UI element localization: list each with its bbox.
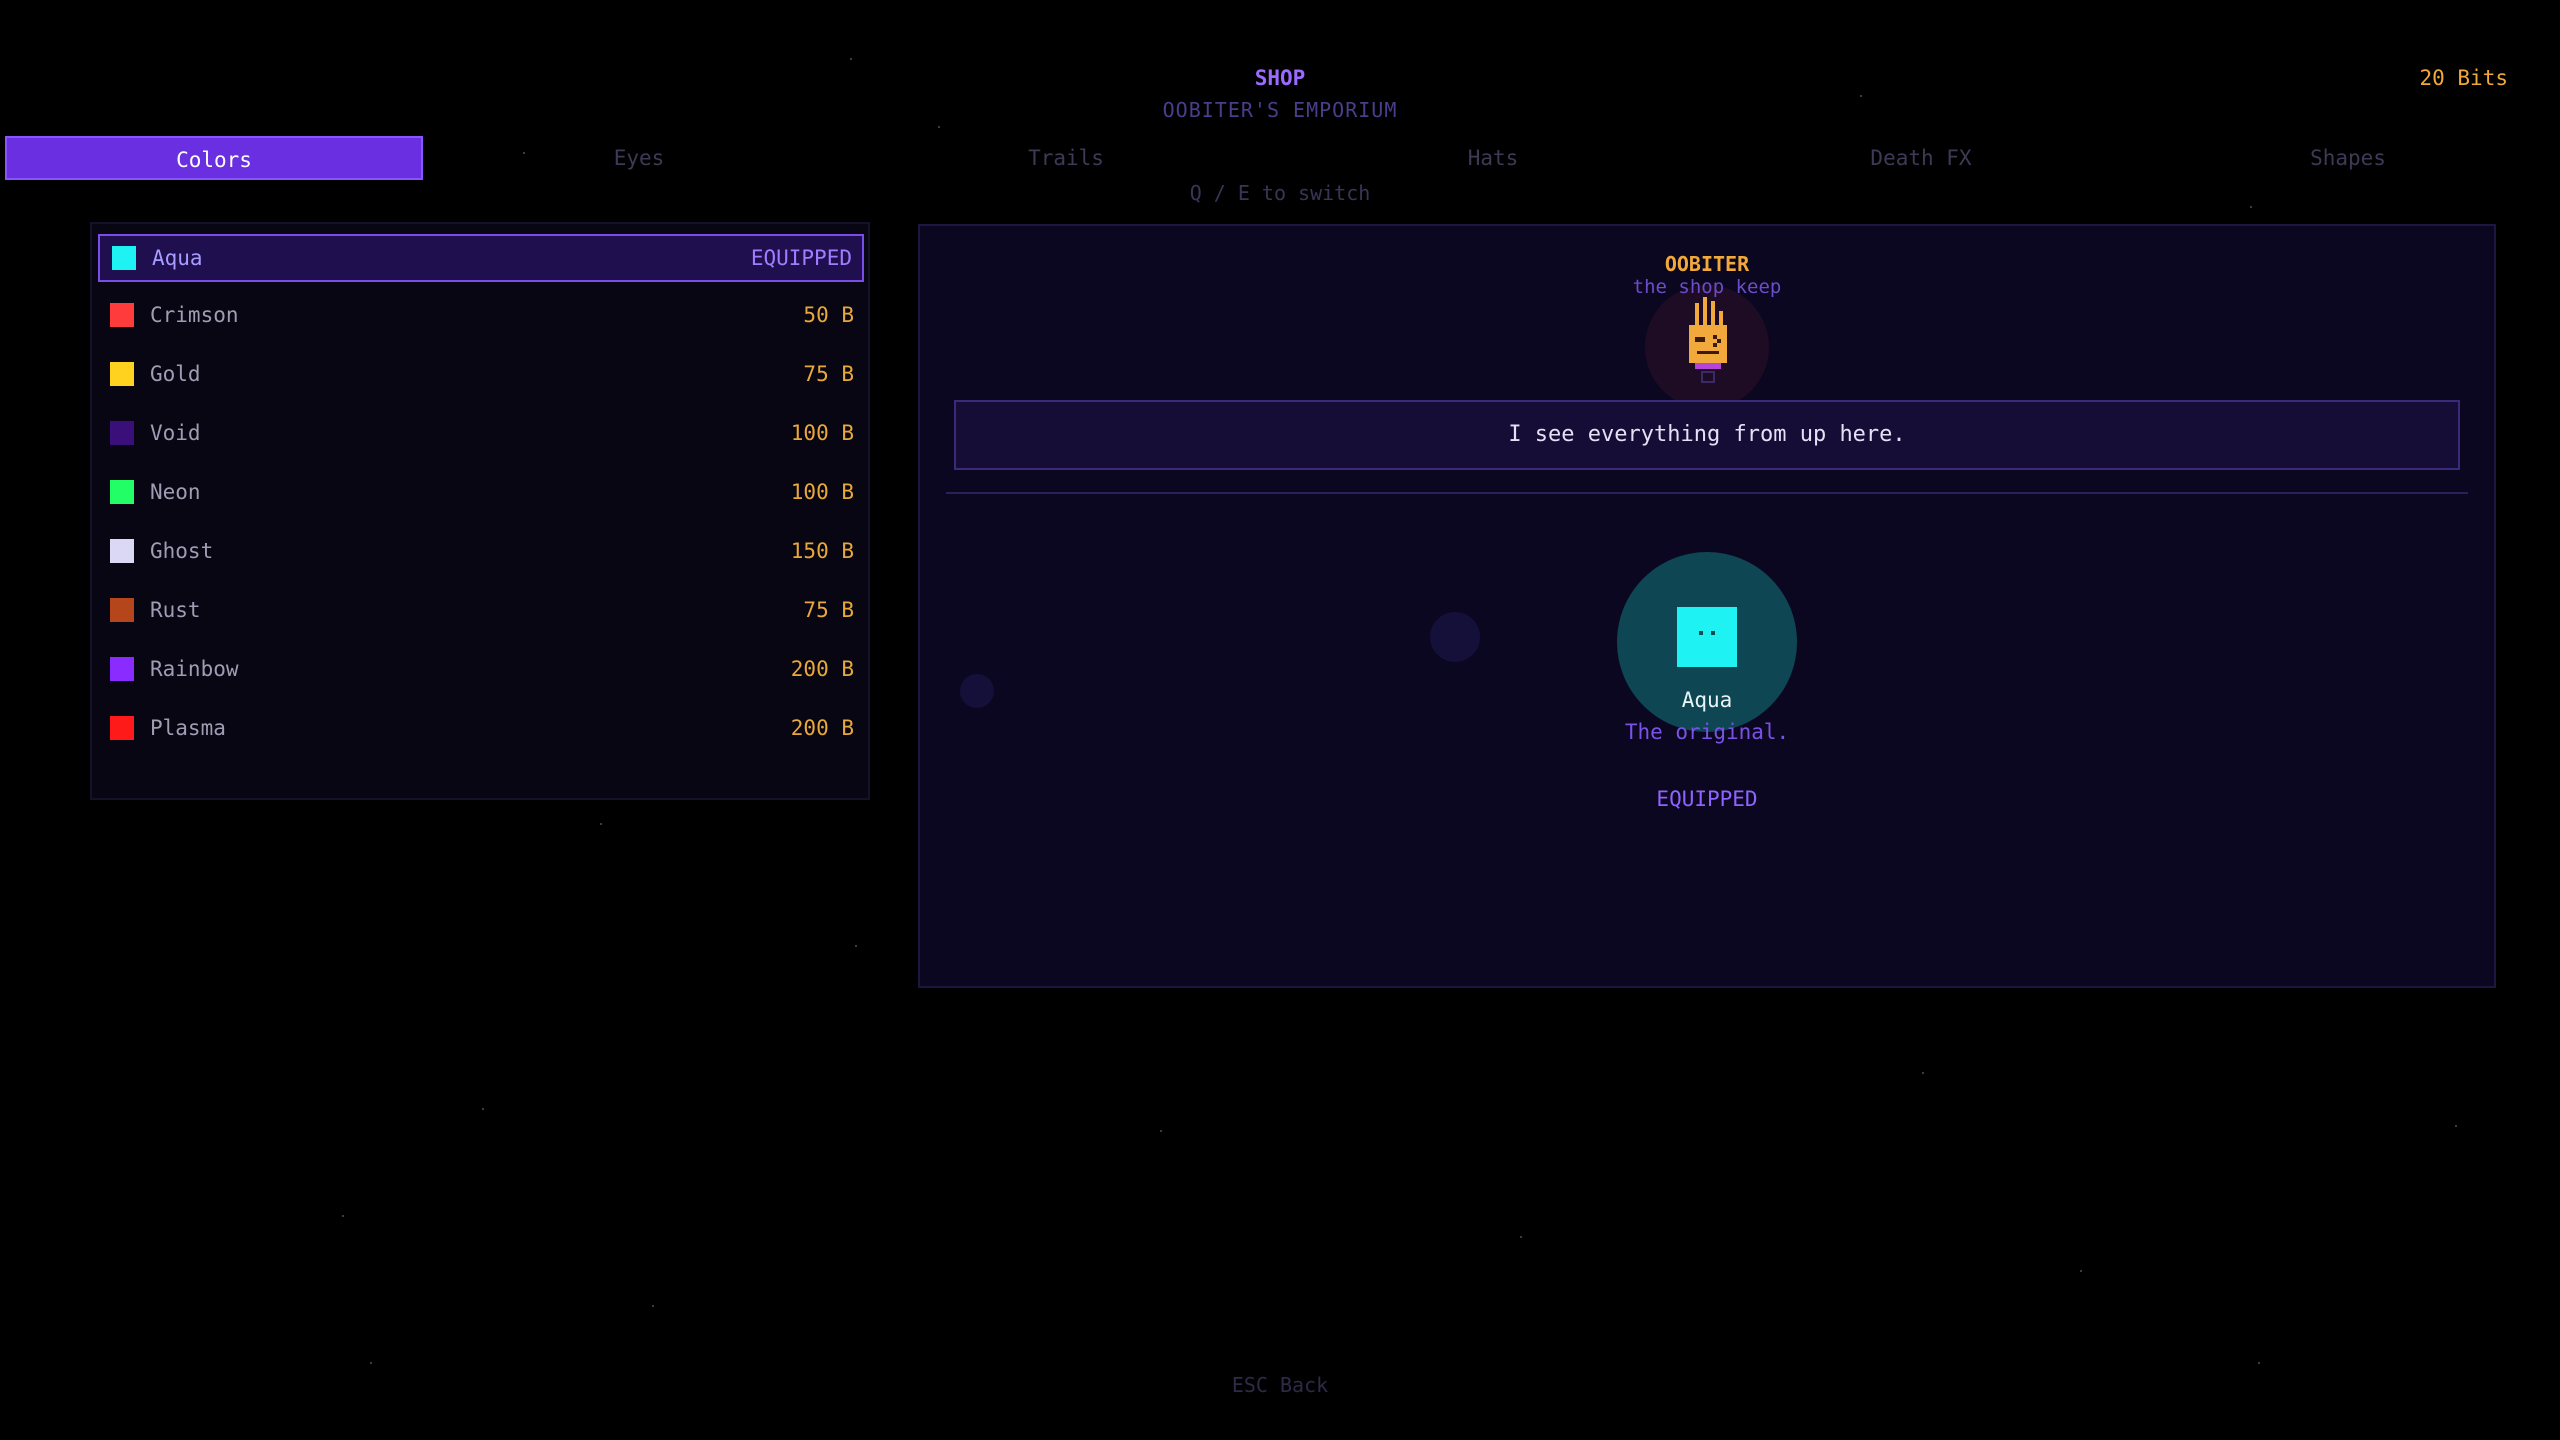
list-item-plasma[interactable]: Plasma 200 B bbox=[98, 706, 864, 754]
dialogue-text: I see everything from up here. bbox=[1508, 422, 1906, 447]
preview-item-name: Aqua bbox=[1681, 688, 1733, 712]
preview-item-description: The original. bbox=[1624, 720, 1790, 744]
shopkeeper-avatar bbox=[1644, 284, 1770, 410]
item-price: 100 B bbox=[790, 421, 854, 445]
tab-eyes[interactable]: Eyes bbox=[430, 136, 848, 180]
item-price: 150 B bbox=[790, 539, 854, 563]
list-item-gold[interactable]: Gold 75 B bbox=[98, 352, 864, 400]
item-name: Aqua bbox=[152, 246, 203, 270]
list-item-ghost[interactable]: Ghost 150 B bbox=[98, 529, 864, 577]
item-name: Crimson bbox=[150, 303, 239, 327]
list-item-aqua[interactable]: Aqua EQUIPPED bbox=[98, 234, 864, 282]
item-price: 200 B bbox=[790, 657, 854, 681]
item-name: Gold bbox=[150, 362, 201, 386]
tab-switch-hint: Q / E to switch bbox=[1189, 181, 1371, 205]
item-price: 75 B bbox=[803, 362, 854, 386]
color-swatch bbox=[110, 421, 134, 445]
dialogue-box: I see everything from up here. bbox=[954, 400, 2460, 470]
tab-colors[interactable]: Colors bbox=[5, 136, 423, 180]
shop-title: SHOP bbox=[1254, 66, 1306, 90]
color-swatch bbox=[110, 716, 134, 740]
item-name: Rust bbox=[150, 598, 201, 622]
color-swatch bbox=[110, 303, 134, 327]
item-price: 75 B bbox=[803, 598, 854, 622]
item-list-panel: Aqua EQUIPPED Crimson 50 B Gold 75 B Voi… bbox=[90, 222, 870, 800]
item-name: Rainbow bbox=[150, 657, 239, 681]
currency-balance: 20 Bits bbox=[2419, 66, 2508, 90]
color-swatch bbox=[110, 539, 134, 563]
divider bbox=[946, 492, 2468, 494]
list-item-neon[interactable]: Neon 100 B bbox=[98, 470, 864, 518]
left-eye-icon bbox=[1699, 631, 1703, 635]
right-eye-icon bbox=[1711, 631, 1715, 635]
tab-shapes[interactable]: Shapes bbox=[2139, 136, 2557, 180]
back-hint[interactable]: ESC Back bbox=[0, 1373, 2560, 1397]
item-price: 50 B bbox=[803, 303, 854, 327]
item-price: 200 B bbox=[790, 716, 854, 740]
tab-death-fx[interactable]: Death FX bbox=[1712, 136, 2130, 180]
item-name: Neon bbox=[150, 480, 201, 504]
list-item-void[interactable]: Void 100 B bbox=[98, 411, 864, 459]
tab-trails[interactable]: Trails bbox=[857, 136, 1275, 180]
item-name: Void bbox=[150, 421, 201, 445]
tab-hats[interactable]: Hats bbox=[1284, 136, 1702, 180]
character-preview bbox=[1677, 607, 1737, 667]
color-swatch bbox=[110, 480, 134, 504]
item-status: EQUIPPED bbox=[750, 246, 852, 270]
preview-equip-status[interactable]: EQUIPPED bbox=[920, 787, 2494, 811]
list-item-rainbow[interactable]: Rainbow 200 B bbox=[98, 647, 864, 695]
list-item-rust[interactable]: Rust 75 B bbox=[98, 588, 864, 636]
item-price: 100 B bbox=[790, 480, 854, 504]
item-name: Ghost bbox=[150, 539, 214, 563]
shopkeeper-sprite-icon bbox=[1645, 285, 1769, 409]
item-detail-panel: OOBITER the shop keep I see everything f… bbox=[918, 224, 2496, 988]
color-swatch bbox=[110, 598, 134, 622]
shop-subtitle: OOBITER'S EMPORIUM bbox=[1162, 98, 1398, 122]
shopkeeper-role: the shop keep bbox=[1632, 276, 1782, 298]
color-swatch bbox=[110, 362, 134, 386]
color-swatch bbox=[112, 246, 136, 270]
shopkeeper-name: OOBITER bbox=[1664, 252, 1750, 276]
color-swatch bbox=[110, 657, 134, 681]
list-item-crimson[interactable]: Crimson 50 B bbox=[98, 293, 864, 341]
item-name: Plasma bbox=[150, 716, 226, 740]
background-orb bbox=[1430, 612, 1480, 662]
